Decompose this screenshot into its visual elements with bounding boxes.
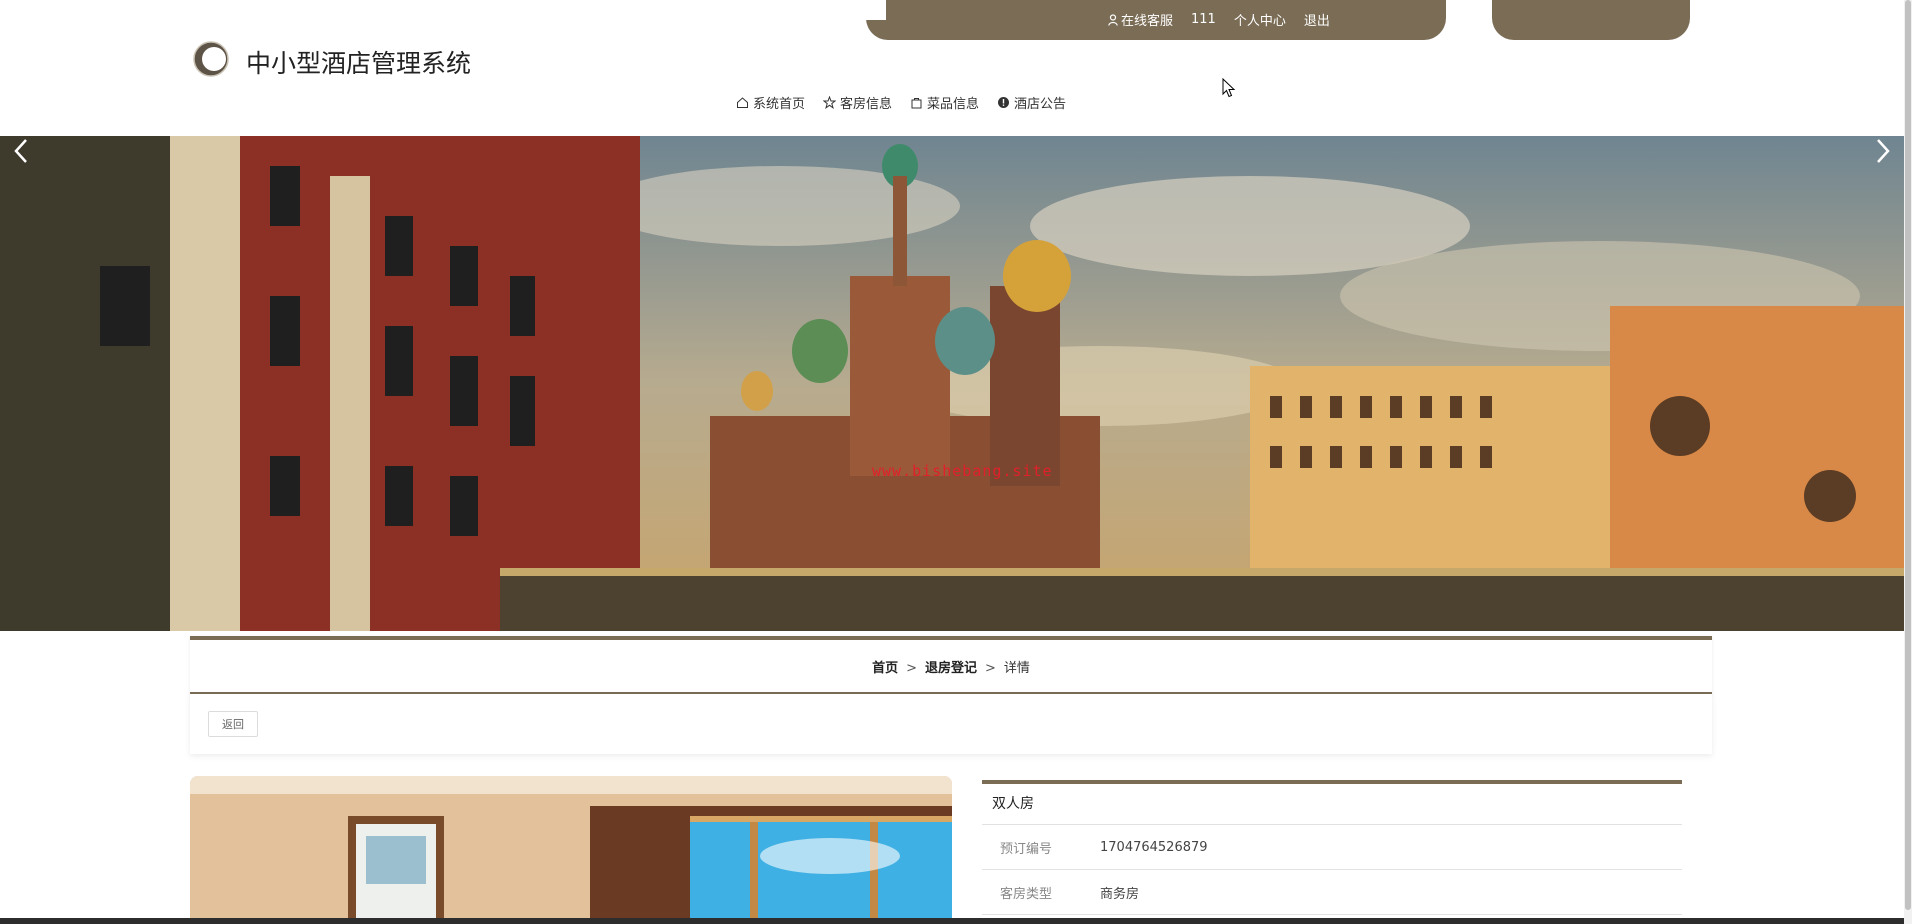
breadcrumb-separator: > [985, 661, 996, 676]
online-service-link[interactable]: 在线客服 [1108, 10, 1173, 29]
online-service-label: 在线客服 [1121, 13, 1174, 29]
carousel-prev-icon[interactable] [10, 136, 34, 166]
back-button[interactable]: 返回 [208, 711, 258, 737]
detail-value: 商务房 [1100, 886, 1140, 902]
detail-label: 预订编号 [1000, 841, 1053, 857]
breadcrumb-section[interactable]: 退房登记 [925, 661, 977, 676]
top-links: 在线客服 111 个人中心 退出 [1108, 8, 1330, 30]
room-photo [190, 776, 952, 924]
site-title: 中小型酒店管理系统 [246, 49, 472, 78]
watermark-text: www.bishebang.site [872, 462, 1053, 480]
user-icon [1108, 13, 1118, 26]
nav-label: 菜品信息 [927, 96, 980, 112]
breadcrumb-box: 首页 > 退房登记 > 详情 [190, 636, 1712, 696]
main-nav: 系统首页 客房信息 菜品信息 酒店公告 [736, 92, 1066, 112]
breadcrumb-current: 详情 [1003, 661, 1030, 676]
scrollbar-thumb[interactable] [1905, 0, 1911, 910]
nav-item-dishes[interactable]: 菜品信息 [910, 92, 979, 112]
detail-label: 客房类型 [1000, 886, 1053, 902]
bag-icon [911, 97, 922, 108]
info-icon [998, 96, 1010, 108]
detail-value: 1704764526879 [1100, 839, 1208, 855]
room-name: 双人房 [982, 784, 1682, 825]
taskbar-strip [0, 918, 1904, 924]
nav-label: 酒店公告 [1014, 96, 1067, 112]
nav-item-home[interactable]: 系统首页 [736, 92, 805, 112]
carousel-next-icon[interactable] [1870, 136, 1894, 166]
username: 111 [1191, 11, 1216, 27]
mouse-cursor-icon [1222, 78, 1236, 98]
nav-item-notices[interactable]: 酒店公告 [997, 92, 1066, 112]
top-bar-tab [1492, 0, 1690, 40]
detail-row: 预订编号 1704764526879 [982, 825, 1682, 870]
star-icon [823, 95, 837, 109]
page: 在线客服 111 个人中心 退出 中小型酒店管理系统 系统首页 客房信息 菜品信… [0, 0, 1912, 924]
detail-row: 客房类型 商务房 [982, 870, 1682, 915]
scrollbar[interactable] [1904, 0, 1912, 924]
action-bar: 返回 [190, 694, 1712, 754]
nav-label: 客房信息 [840, 96, 893, 112]
breadcrumb: 首页 > 退房登记 > 详情 [190, 657, 1712, 676]
nav-item-rooms[interactable]: 客房信息 [823, 92, 892, 112]
room-detail-panel: 双人房 预订编号 1704764526879 客房类型 商务房 [982, 780, 1682, 924]
logout-link[interactable]: 退出 [1304, 10, 1330, 29]
breadcrumb-home[interactable]: 首页 [872, 661, 898, 676]
home-icon [737, 96, 748, 108]
banner-carousel[interactable] [0, 136, 1904, 631]
logo-icon [193, 41, 229, 77]
room-image [190, 776, 952, 924]
breadcrumb-separator: > [906, 661, 917, 676]
nav-label: 系统首页 [753, 96, 806, 112]
banner-image [0, 136, 1904, 631]
profile-link[interactable]: 个人中心 [1234, 10, 1286, 29]
